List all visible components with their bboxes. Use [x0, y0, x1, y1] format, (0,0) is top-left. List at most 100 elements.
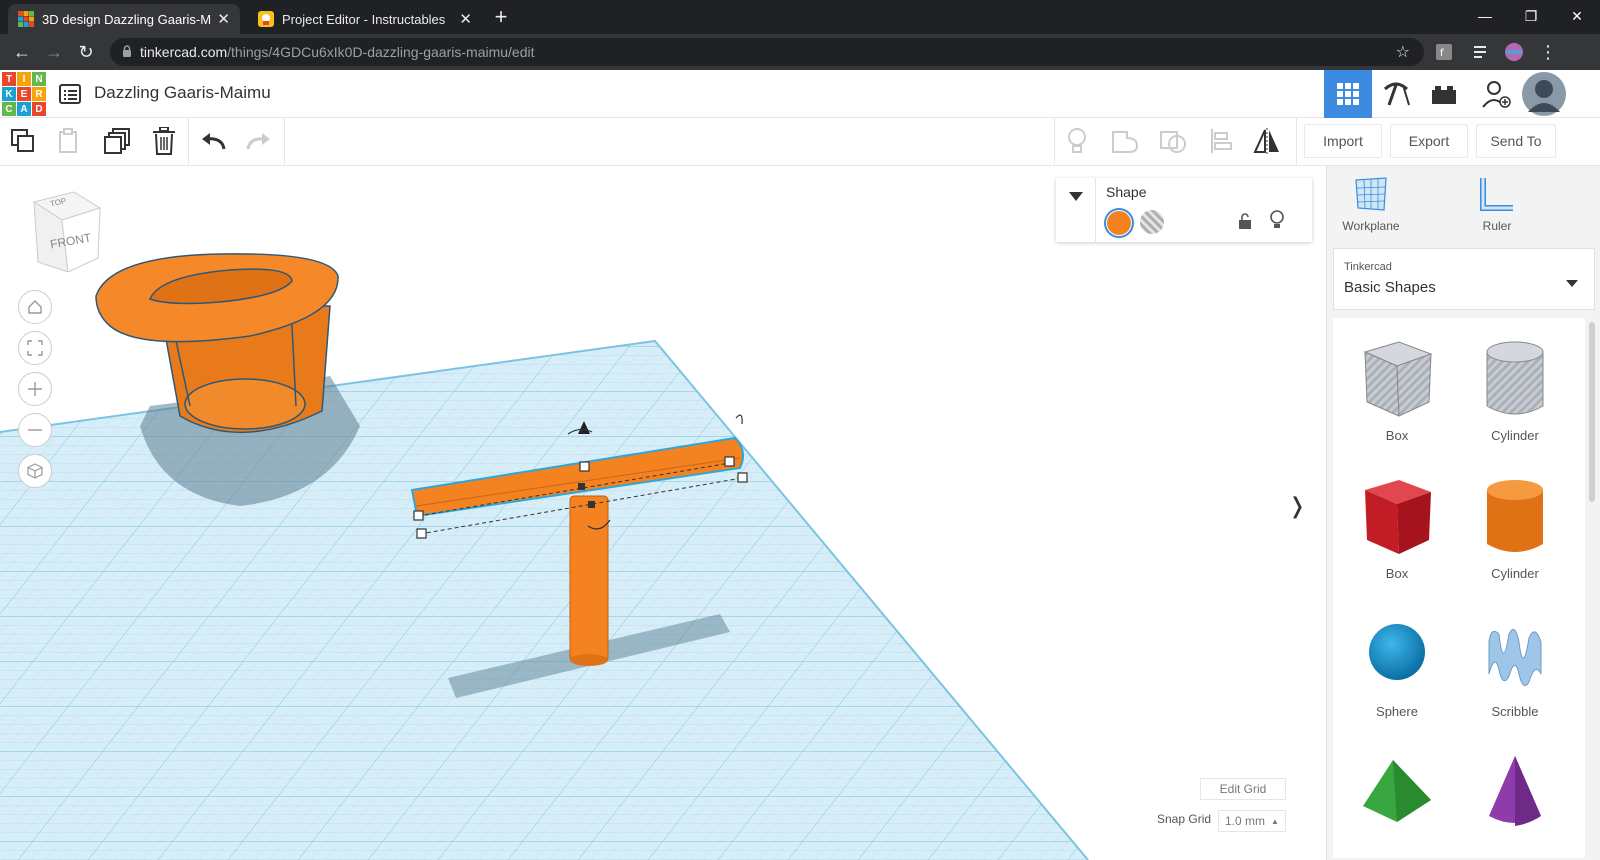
shape-library-select[interactable]: Tinkercad Basic Shapes	[1333, 248, 1595, 310]
new-tab-button[interactable]: +	[488, 4, 514, 30]
design-list-icon[interactable]	[58, 82, 82, 106]
url-host: tinkercad.com	[140, 44, 228, 60]
shape-cone[interactable]	[1455, 750, 1575, 860]
reload-icon[interactable]: ↻	[74, 40, 98, 64]
snap-grid-select[interactable]: 1.0 mm ▲	[1218, 810, 1286, 832]
window-close-button[interactable]: ✕	[1554, 0, 1600, 32]
collapse-inspector-button[interactable]	[1056, 178, 1096, 242]
shape-cylinder[interactable]: Cylinder	[1455, 474, 1575, 602]
extension-icon[interactable]: f	[1432, 40, 1456, 64]
logo-letter: D	[32, 102, 46, 116]
fit-icon	[27, 340, 43, 356]
workplane-canvas[interactable]	[0, 166, 1326, 860]
redo-button[interactable]	[236, 118, 282, 164]
send-to-button[interactable]: Send To	[1476, 124, 1556, 158]
group-button[interactable]	[1102, 118, 1148, 164]
shape-sphere[interactable]: Sphere	[1337, 612, 1457, 740]
show-all-button[interactable]	[1054, 118, 1100, 164]
shape-box[interactable]: Box	[1337, 474, 1457, 602]
3d-workspace[interactable]: TOP FRONT Shape ❭ Edit Grid Snap Grid 1.…	[0, 166, 1326, 860]
3d-view-button[interactable]	[1324, 70, 1372, 118]
restore-button[interactable]: ❐	[1508, 0, 1554, 32]
workplane-button[interactable]: Workplane	[1327, 176, 1421, 233]
mirror-button[interactable]	[1244, 118, 1290, 164]
solid-color-button[interactable]	[1104, 208, 1134, 238]
shape-label: Scribble	[1491, 704, 1539, 719]
minus-icon	[28, 429, 42, 431]
delete-button[interactable]	[141, 118, 187, 164]
panel-scrollbar[interactable]	[1589, 322, 1595, 502]
back-icon[interactable]: ←	[10, 40, 34, 64]
shapes-panel: Workplane Ruler Tinkercad Basic Shapes B…	[1326, 166, 1600, 860]
zoom-out-button[interactable]	[18, 413, 52, 447]
lightbulb-icon[interactable]	[1270, 210, 1284, 235]
shape-scribble[interactable]: Scribble	[1455, 612, 1575, 740]
tab-title: Project Editor - Instructables	[282, 11, 446, 27]
zoom-in-button[interactable]	[18, 372, 52, 406]
media-queue-icon[interactable]	[1470, 40, 1494, 64]
shape-grid: Box Cylinder Box Cylinder Sphere Scribbl…	[1333, 318, 1585, 858]
bricks-button[interactable]	[1420, 70, 1468, 118]
export-button[interactable]: Export	[1390, 124, 1468, 158]
browser-tab-tinkercad[interactable]: 3D design Dazzling Gaaris-Maimu ✕	[8, 4, 240, 34]
ungroup-button[interactable]	[1150, 118, 1196, 164]
rotate-handle-icon[interactable]	[735, 414, 743, 425]
shape-label: Cylinder	[1491, 428, 1539, 443]
view-cube[interactable]: TOP FRONT	[28, 190, 104, 273]
home-view-button[interactable]	[18, 290, 52, 324]
align-icon	[1211, 129, 1232, 153]
roof-icon	[1363, 760, 1431, 822]
profile-avatar-icon[interactable]	[1502, 40, 1526, 64]
vertical-cylinder-shape[interactable]	[569, 495, 609, 666]
home-icon	[28, 300, 42, 314]
url-field[interactable]: tinkercad.com/things/4GDCu6xIk0D-dazzlin…	[110, 38, 1424, 66]
browser-tab-instructables[interactable]: Project Editor - Instructables ✕	[248, 4, 482, 34]
ruler-icon	[1480, 178, 1513, 211]
forward-icon[interactable]: →	[42, 40, 66, 64]
user-avatar[interactable]	[1520, 70, 1568, 118]
scribble-icon	[1488, 629, 1542, 687]
align-button[interactable]	[1198, 118, 1244, 164]
duplicate-button[interactable]	[94, 118, 140, 164]
copy-button[interactable]	[0, 118, 46, 164]
tinkercad-logo[interactable]: T I N K E R C A D	[2, 72, 46, 116]
logo-letter: N	[32, 72, 46, 86]
collapse-panel-arrow[interactable]: ❭	[1288, 486, 1306, 526]
fit-view-button[interactable]	[18, 331, 52, 365]
undo-icon	[202, 133, 226, 150]
center-handle[interactable]	[578, 483, 585, 490]
blocks-button[interactable]	[1372, 70, 1420, 118]
logo-letter: C	[2, 102, 16, 116]
logo-letter: E	[17, 87, 31, 101]
instructables-favicon-icon	[258, 11, 274, 27]
shape-box-hole[interactable]: Box	[1337, 336, 1457, 464]
center-handle[interactable]	[588, 501, 595, 508]
svg-text:f: f	[1440, 48, 1444, 59]
snap-grid-label: Snap Grid	[1157, 812, 1212, 826]
lock-icon[interactable]	[1238, 212, 1252, 235]
undo-button[interactable]	[190, 118, 236, 164]
ruler-button[interactable]: Ruler	[1447, 176, 1547, 233]
solid-color-swatch	[1107, 211, 1131, 235]
app-header: T I N K E R C A D Dazzling Gaaris-Maimu	[0, 70, 1600, 118]
lightbulb-icon	[1068, 128, 1086, 153]
design-title[interactable]: Dazzling Gaaris-Maimu	[94, 83, 271, 103]
logo-letter: A	[17, 102, 31, 116]
minimize-button[interactable]: —	[1462, 0, 1508, 32]
perspective-button[interactable]	[18, 454, 52, 488]
close-tab-icon[interactable]: ✕	[459, 10, 472, 28]
bookmark-star-icon[interactable]: ☆	[1396, 42, 1410, 62]
shape-cylinder-hole[interactable]: Cylinder	[1455, 336, 1575, 464]
invite-user-button[interactable]	[1472, 70, 1520, 118]
hole-button[interactable]	[1140, 210, 1164, 234]
shape-label: Sphere	[1376, 704, 1418, 719]
edit-grid-button[interactable]: Edit Grid	[1200, 778, 1286, 800]
paste-button[interactable]	[46, 118, 92, 164]
import-button[interactable]: Import	[1304, 124, 1382, 158]
toolbar-divider	[188, 118, 189, 164]
close-tab-icon[interactable]: ✕	[217, 10, 230, 28]
top-hat-shape[interactable]	[95, 253, 339, 434]
shape-roof[interactable]	[1337, 750, 1457, 860]
browser-menu-icon[interactable]: ⋮	[1536, 40, 1560, 64]
logo-letter: K	[2, 87, 16, 101]
